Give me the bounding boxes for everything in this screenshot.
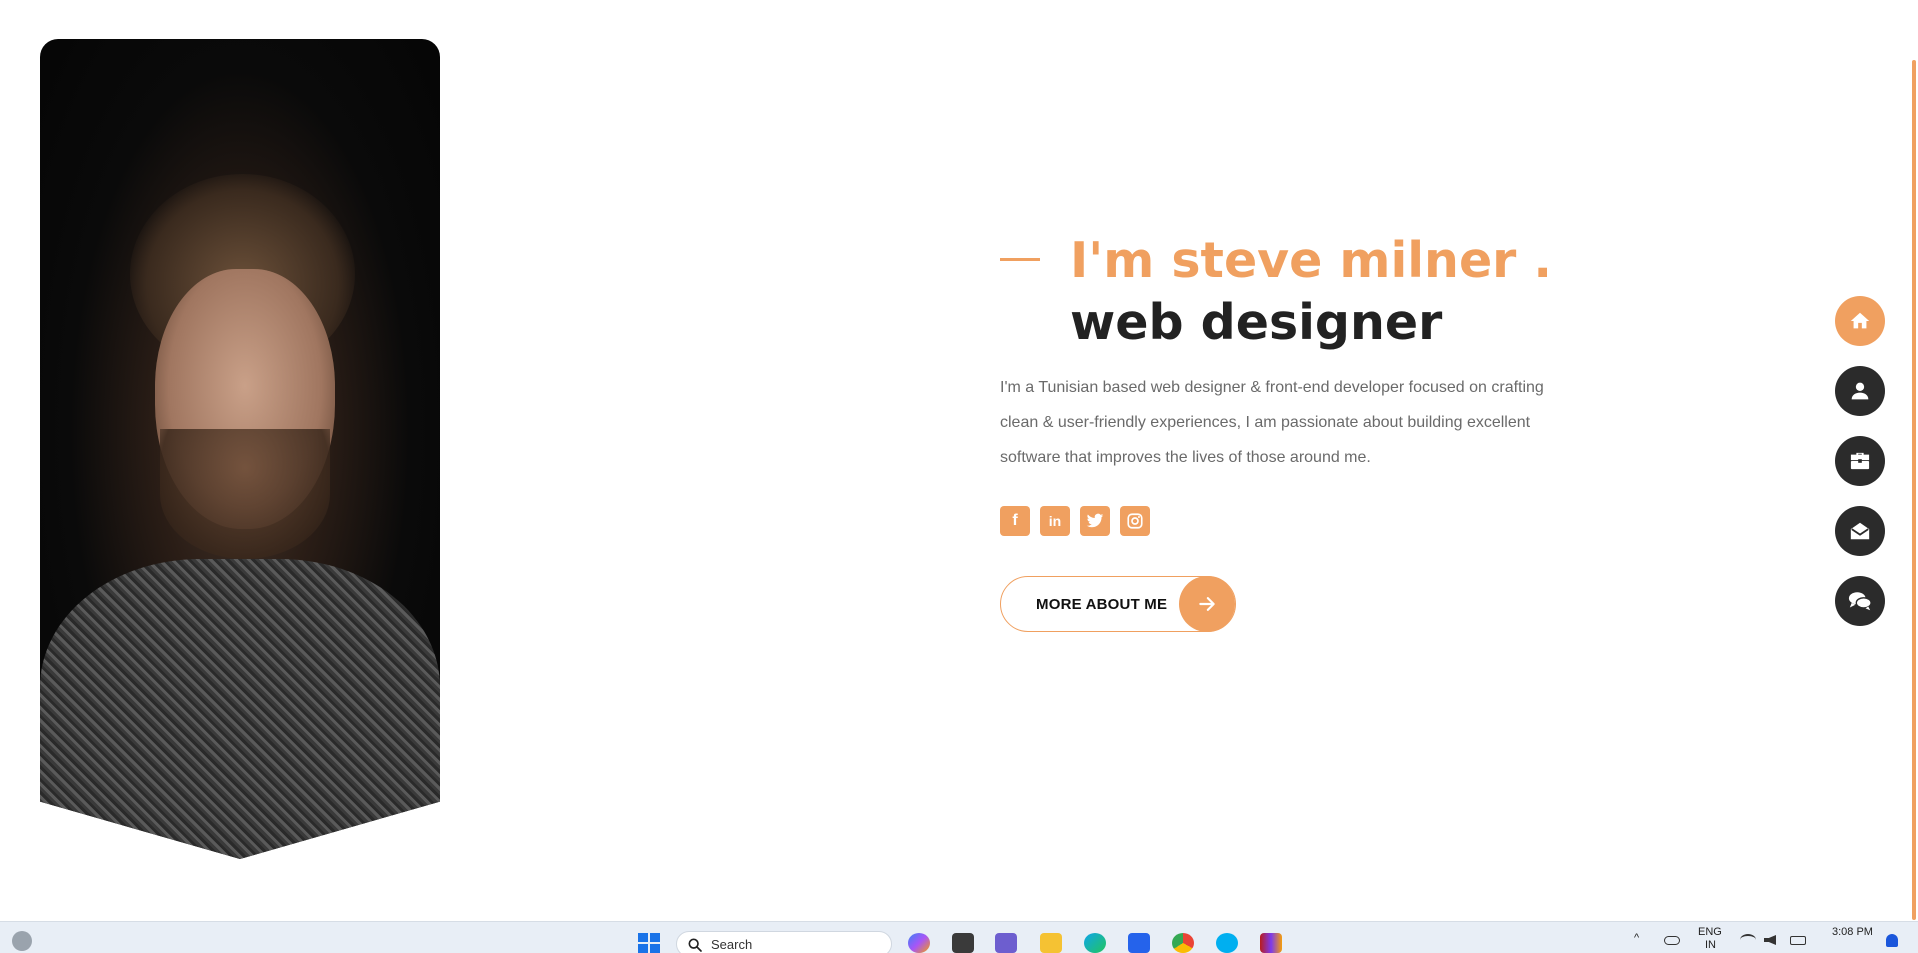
windows-start-icon[interactable]	[638, 933, 660, 953]
nav-blog-button[interactable]	[1835, 576, 1885, 626]
clock-time[interactable]: 3:08 PM	[1832, 926, 1873, 938]
scrollbar-thumb[interactable]	[1912, 60, 1916, 920]
user-icon	[1851, 382, 1869, 400]
linkedin-icon[interactable]: in	[1040, 506, 1070, 536]
file-explorer-icon[interactable]	[1040, 933, 1062, 953]
facebook-icon[interactable]: f	[1000, 506, 1030, 536]
comments-icon	[1848, 592, 1872, 611]
home-icon	[1850, 312, 1870, 329]
nav-home-button[interactable]	[1835, 296, 1885, 346]
more-about-me-label: MORE ABOUT ME	[1036, 595, 1168, 613]
volume-icon[interactable]	[1764, 935, 1776, 945]
hero-role: web designer	[1070, 294, 1443, 351]
nav-contact-button[interactable]	[1835, 506, 1885, 556]
hero-bio: I'm a Tunisian based web designer & fron…	[1000, 379, 1544, 466]
nav-about-button[interactable]	[1835, 366, 1885, 416]
tray-chevron-icon[interactable]: ^	[1634, 932, 1639, 944]
task-view-icon[interactable]	[952, 933, 974, 953]
nav-portfolio-button[interactable]	[1835, 436, 1885, 486]
wifi-icon[interactable]	[1740, 934, 1756, 946]
teams-icon[interactable]	[995, 933, 1017, 953]
instagram-icon[interactable]	[1120, 506, 1150, 536]
edge-icon[interactable]	[1084, 933, 1106, 953]
search-icon	[688, 938, 702, 952]
profile-portrait	[40, 39, 440, 859]
title-dash	[1000, 258, 1040, 261]
winrar-icon[interactable]	[1260, 933, 1282, 953]
onedrive-icon[interactable]	[1664, 936, 1680, 945]
side-navigation	[1835, 296, 1885, 626]
twitter-icon[interactable]	[1080, 506, 1110, 536]
store-icon[interactable]	[1128, 933, 1150, 953]
copilot-icon[interactable]	[908, 933, 930, 953]
skype-icon[interactable]	[1216, 933, 1238, 953]
chrome-icon[interactable]	[1172, 933, 1194, 953]
portrait-sweater	[40, 559, 440, 859]
search-label: Search	[711, 936, 753, 952]
windows-taskbar: Search ^ ENG IN 3:08 PM	[0, 921, 1918, 953]
notification-bell-icon[interactable]	[1886, 934, 1898, 947]
taskbar-search[interactable]: Search	[676, 931, 892, 953]
portrait-beard	[160, 429, 330, 559]
hero-name: I'm steve milner .	[1070, 232, 1553, 289]
language-indicator[interactable]: ENG	[1698, 926, 1722, 938]
battery-icon[interactable]	[1790, 936, 1806, 945]
briefcase-icon	[1850, 452, 1870, 470]
widgets-icon[interactable]	[12, 931, 32, 951]
arrow-right-icon	[1179, 576, 1235, 632]
envelope-open-icon	[1850, 522, 1870, 540]
region-indicator[interactable]: IN	[1705, 939, 1716, 951]
social-links: f in	[1000, 506, 1150, 536]
more-about-me-button[interactable]: MORE ABOUT ME	[1000, 576, 1236, 632]
